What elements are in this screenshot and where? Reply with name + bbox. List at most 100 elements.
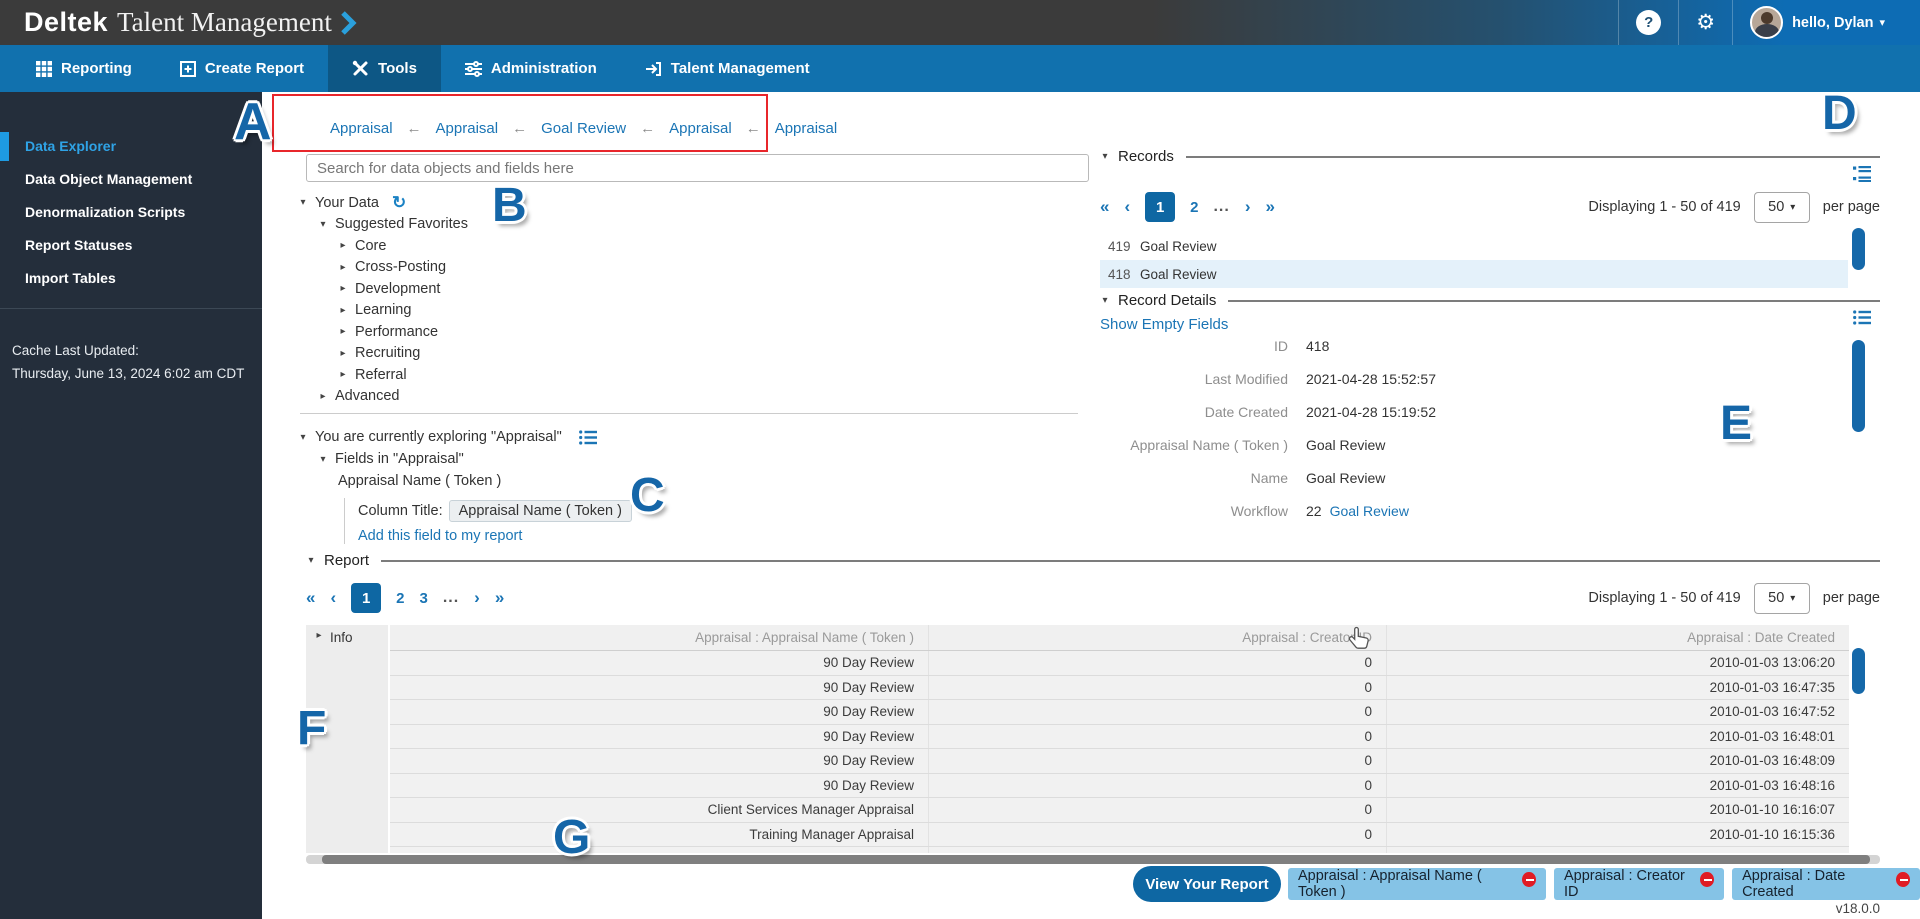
avatar[interactable] bbox=[1750, 6, 1783, 39]
table-row[interactable]: 90 Day Review 0 2010-01-03 13:06:20 bbox=[390, 651, 1849, 676]
page-size-select[interactable]: 50 ▾ bbox=[1754, 583, 1810, 614]
sidebar-item-report-statuses[interactable]: Report Statuses bbox=[0, 229, 262, 262]
page-1-button[interactable]: 1 bbox=[1145, 192, 1175, 222]
sidebar-item-denormalization-scripts[interactable]: Denormalization Scripts bbox=[0, 196, 262, 229]
caret-right-icon[interactable]: ▸ bbox=[338, 283, 348, 294]
next-page-icon[interactable]: › bbox=[1245, 197, 1251, 217]
tree-label[interactable]: Recruiting bbox=[355, 345, 420, 361]
tree-node-referral[interactable]: ▸ Referral bbox=[338, 364, 468, 386]
tree-label[interactable]: Core bbox=[355, 238, 386, 254]
first-page-icon[interactable]: « bbox=[306, 588, 315, 608]
breadcrumb-item[interactable]: Appraisal bbox=[669, 120, 732, 137]
next-page-icon[interactable]: › bbox=[474, 588, 480, 608]
caret-down-icon[interactable]: ▾ bbox=[318, 219, 328, 230]
caret-right-icon[interactable]: ▸ bbox=[338, 305, 348, 316]
tree-node-your-data[interactable]: ▾ Your Data ↻ bbox=[298, 192, 468, 214]
add-field-link[interactable]: Add this field to my report bbox=[358, 528, 632, 544]
caret-right-icon[interactable]: ▸ bbox=[338, 326, 348, 337]
user-greeting[interactable]: hello, Dylan bbox=[1792, 15, 1873, 31]
page-size-select[interactable]: 50 ▾ bbox=[1754, 192, 1810, 223]
caret-right-icon[interactable]: ▸ bbox=[318, 391, 328, 402]
fields-in-node[interactable]: ▾ Fields in "Appraisal" bbox=[318, 448, 632, 470]
numbered-list-icon[interactable] bbox=[1853, 166, 1871, 187]
page-2-button[interactable]: 2 bbox=[396, 590, 404, 607]
record-list-item-selected[interactable]: 418 Goal Review bbox=[1100, 260, 1848, 288]
breadcrumb-item[interactable]: Goal Review bbox=[541, 120, 626, 137]
breadcrumb-item[interactable]: Appraisal bbox=[330, 120, 393, 137]
refresh-icon[interactable]: ↻ bbox=[392, 193, 406, 213]
tree-node-cross-posting[interactable]: ▸ Cross-Posting bbox=[338, 257, 468, 279]
nav-tools[interactable]: Tools bbox=[328, 45, 441, 92]
caret-down-icon[interactable]: ▾ bbox=[1100, 295, 1110, 306]
table-row[interactable]: 90 Day Review 0 2010-01-03 16:47:35 bbox=[390, 676, 1849, 701]
tree-node-learning[interactable]: ▸ Learning bbox=[338, 300, 468, 322]
remove-minus-icon[interactable] bbox=[1896, 872, 1910, 887]
caret-down-icon[interactable]: ▾ bbox=[318, 454, 328, 465]
tree-label[interactable]: Suggested Favorites bbox=[335, 216, 468, 232]
last-page-icon[interactable]: » bbox=[1266, 197, 1275, 217]
sidebar-item-import-tables[interactable]: Import Tables bbox=[0, 262, 262, 295]
sidebar-item-data-object-management[interactable]: Data Object Management bbox=[0, 163, 262, 196]
nav-talent-management[interactable]: Talent Management bbox=[621, 45, 834, 92]
show-empty-fields-link[interactable]: Show Empty Fields bbox=[1100, 316, 1228, 333]
table-row[interactable]: 90 Day Review 0 2010-01-03 16:48:16 bbox=[390, 774, 1849, 799]
list-icon[interactable] bbox=[1853, 310, 1871, 330]
table-row[interactable]: Training Manager Appraisal 0 2010-01-10 … bbox=[390, 823, 1849, 848]
field-name-label[interactable]: Appraisal Name ( Token ) bbox=[338, 473, 501, 489]
view-your-report-button[interactable]: View Your Report bbox=[1133, 866, 1281, 902]
table-row[interactable]: 90 Day Review 0 2010-01-03 16:48:01 bbox=[390, 725, 1849, 750]
table-row-clipped[interactable]: Operations Manager Appraisal 0 2010-01-1… bbox=[390, 847, 1849, 853]
prev-page-icon[interactable]: ‹ bbox=[330, 588, 336, 608]
chip-appraisal-name[interactable]: Appraisal : Appraisal Name ( Token ) bbox=[1288, 868, 1546, 900]
caret-right-icon[interactable]: ▸ bbox=[338, 348, 348, 359]
gear-icon[interactable]: ⚙ bbox=[1696, 10, 1715, 35]
workflow-record-link[interactable]: Goal Review bbox=[1330, 503, 1409, 519]
field-node[interactable]: Appraisal Name ( Token ) bbox=[338, 470, 632, 492]
remove-minus-icon[interactable] bbox=[1522, 872, 1536, 887]
chip-creator-id[interactable]: Appraisal : Creator ID bbox=[1554, 868, 1724, 900]
column-header-creator-id[interactable]: Appraisal : Creator ID bbox=[928, 625, 1386, 650]
tree-label[interactable]: Your Data bbox=[315, 195, 379, 211]
records-scrollbar[interactable] bbox=[1852, 228, 1865, 270]
column-title-input[interactable]: Appraisal Name ( Token ) bbox=[449, 500, 632, 522]
table-row[interactable]: 90 Day Review 0 2010-01-03 16:48:09 bbox=[390, 749, 1849, 774]
page-2-button[interactable]: 2 bbox=[1190, 199, 1198, 216]
caret-down-icon[interactable]: ▾ bbox=[298, 197, 308, 208]
tree-node-advanced[interactable]: ▸ Advanced bbox=[318, 386, 468, 408]
caret-down-icon[interactable]: ▾ bbox=[298, 432, 308, 443]
tree-node-core[interactable]: ▸ Core bbox=[338, 235, 468, 257]
user-menu[interactable]: hello, Dylan ▾ bbox=[1733, 0, 1920, 45]
column-header-appraisal-name[interactable]: Appraisal : Appraisal Name ( Token ) bbox=[390, 625, 928, 650]
search-input[interactable] bbox=[306, 154, 1089, 182]
prev-page-icon[interactable]: ‹ bbox=[1124, 197, 1130, 217]
caret-down-icon[interactable]: ▾ bbox=[1100, 151, 1110, 162]
chip-date-created[interactable]: Appraisal : Date Created bbox=[1732, 868, 1920, 900]
tree-label[interactable]: Development bbox=[355, 281, 440, 297]
page-1-button[interactable]: 1 bbox=[351, 583, 381, 613]
tree-label[interactable]: Referral bbox=[355, 367, 407, 383]
page-3-button[interactable]: 3 bbox=[419, 590, 427, 607]
tree-node-development[interactable]: ▸ Development bbox=[338, 278, 468, 300]
last-page-icon[interactable]: » bbox=[495, 588, 504, 608]
caret-right-icon[interactable]: ▸ bbox=[338, 262, 348, 273]
caret-right-icon[interactable]: ▸ bbox=[314, 630, 324, 641]
nav-administration[interactable]: Administration bbox=[441, 45, 621, 92]
record-details-scrollbar[interactable] bbox=[1852, 340, 1865, 432]
nav-reporting[interactable]: Reporting bbox=[12, 45, 156, 92]
remove-minus-icon[interactable] bbox=[1700, 872, 1714, 887]
sidebar-item-data-explorer[interactable]: Data Explorer bbox=[0, 130, 262, 163]
tree-label[interactable]: Advanced bbox=[335, 388, 400, 404]
nav-create-report[interactable]: Create Report bbox=[156, 45, 328, 92]
help-icon[interactable]: ? bbox=[1636, 10, 1661, 35]
tree-node-suggested-favorites[interactable]: ▾ Suggested Favorites bbox=[318, 214, 468, 236]
workflow-link-label[interactable]: Workflow bbox=[1100, 503, 1288, 519]
tree-label[interactable]: Learning bbox=[355, 302, 411, 318]
tree-label[interactable]: Cross-Posting bbox=[355, 259, 446, 275]
breadcrumb-item[interactable]: Appraisal bbox=[775, 120, 838, 137]
tree-node-recruiting[interactable]: ▸ Recruiting bbox=[338, 343, 468, 365]
breadcrumb-item[interactable]: Appraisal bbox=[436, 120, 499, 137]
table-row[interactable]: 90 Day Review 0 2010-01-03 16:47:52 bbox=[390, 700, 1849, 725]
caret-right-icon[interactable]: ▸ bbox=[338, 240, 348, 251]
caret-right-icon[interactable]: ▸ bbox=[338, 369, 348, 380]
exploring-header[interactable]: ▾ You are currently exploring "Appraisal… bbox=[298, 426, 632, 448]
